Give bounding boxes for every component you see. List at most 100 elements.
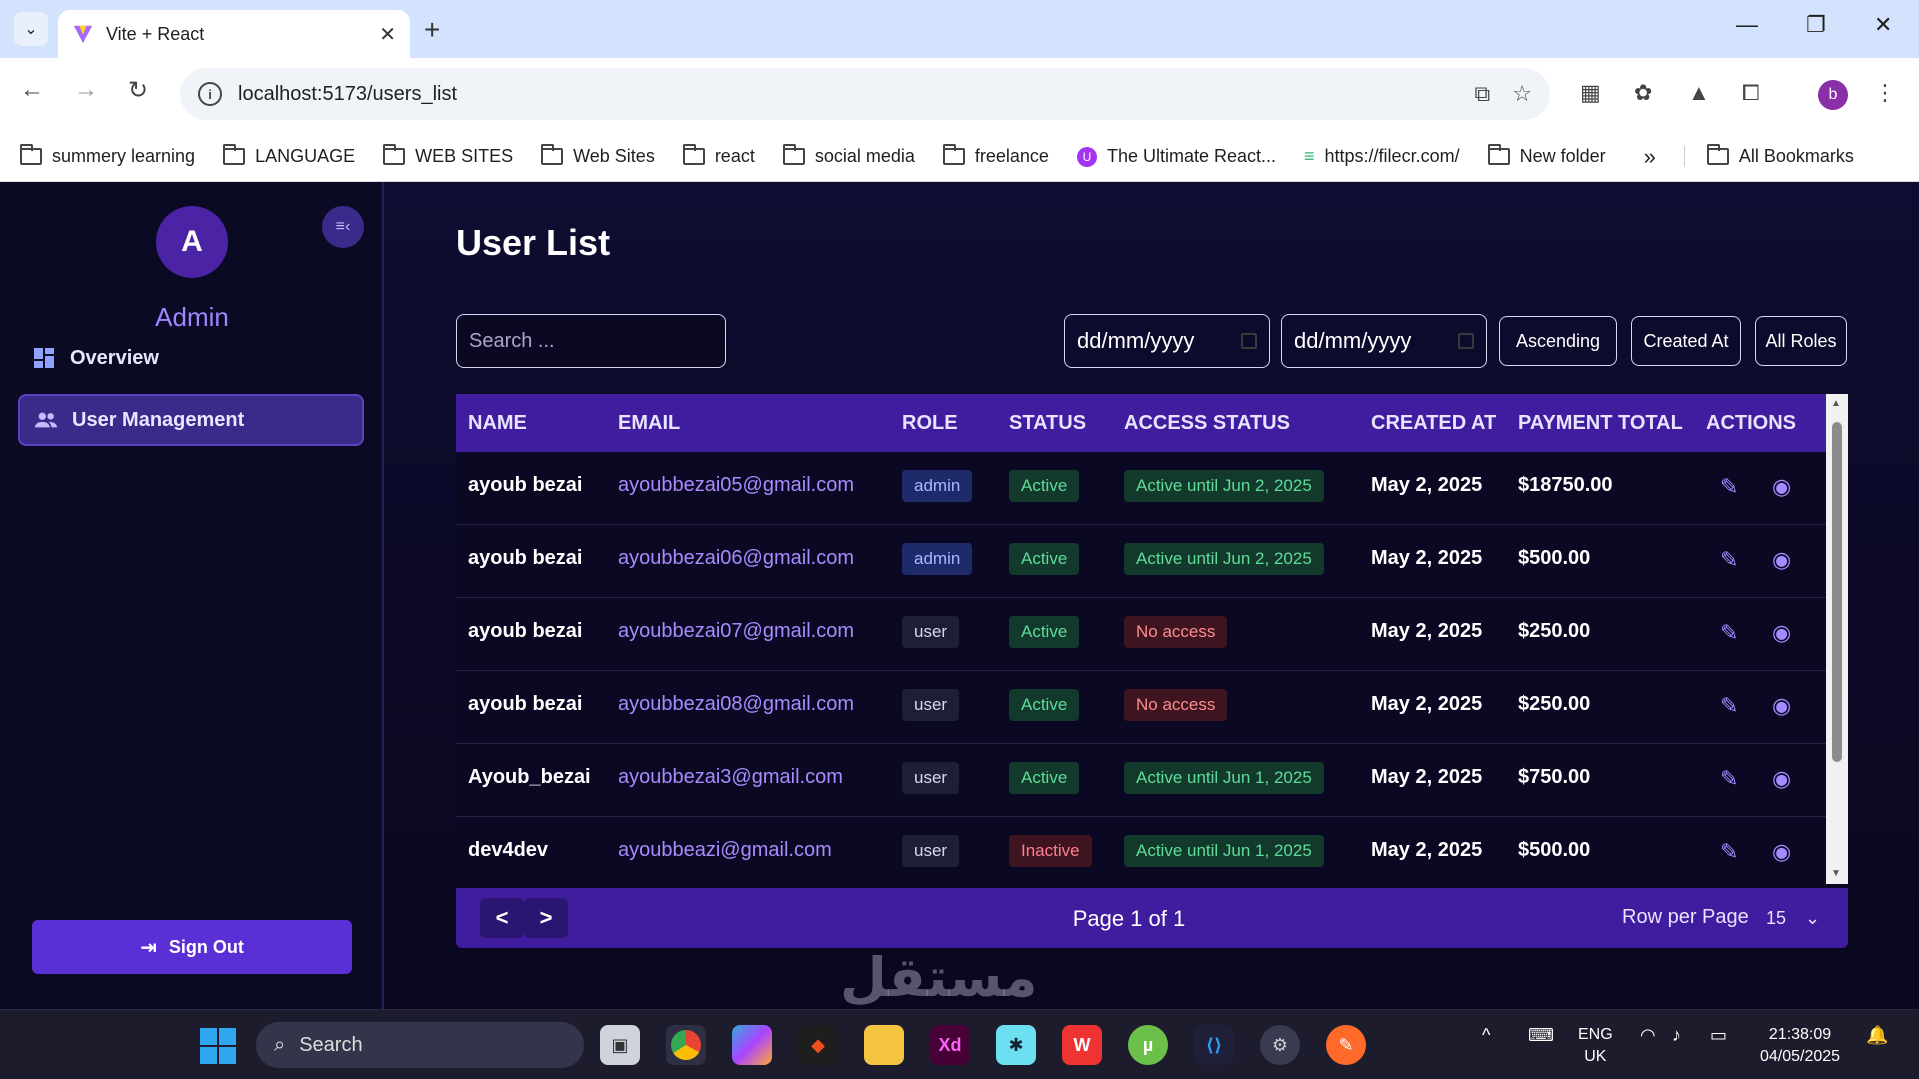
- view-eye-icon[interactable]: ◉: [1772, 766, 1791, 792]
- nav-item-user-management[interactable]: User Management: [18, 394, 364, 446]
- bookmark-folder[interactable]: New folder: [1487, 144, 1606, 167]
- profile-avatar[interactable]: b: [1818, 80, 1848, 110]
- payment-total-cell: $750.00: [1518, 766, 1591, 788]
- edit-pencil-icon[interactable]: ✎: [1720, 474, 1738, 500]
- windows-start-icon[interactable]: [200, 1028, 236, 1064]
- close-window-icon[interactable]: ✕: [1874, 12, 1892, 38]
- collapse-sidebar-button[interactable]: ≡‹: [322, 206, 364, 248]
- browser-tab[interactable]: Vite + React ✕: [58, 10, 410, 58]
- column-header[interactable]: NAME: [468, 412, 527, 435]
- edit-pencil-icon[interactable]: ✎: [1720, 766, 1738, 792]
- view-eye-icon[interactable]: ◉: [1772, 839, 1791, 865]
- view-eye-icon[interactable]: ◉: [1772, 693, 1791, 719]
- extensions-puzzle-icon[interactable]: ⧠: [1742, 80, 1760, 106]
- bookmark-folder[interactable]: freelance: [942, 144, 1049, 167]
- more-bookmarks-button[interactable]: »: [1644, 144, 1656, 170]
- address-bar[interactable]: i localhost:5173/users_list ⧉ ☆: [180, 68, 1550, 120]
- view-eye-icon[interactable]: ◉: [1772, 547, 1791, 573]
- figma-icon[interactable]: ◆: [798, 1025, 838, 1065]
- bookmark-star-icon[interactable]: ☆: [1512, 81, 1532, 107]
- notification-bell-icon[interactable]: 🔔: [1866, 1024, 1888, 1046]
- file-explorer-icon[interactable]: [864, 1025, 904, 1065]
- tab-search-menu-button[interactable]: ⌄: [14, 12, 48, 46]
- edit-pencil-icon[interactable]: ✎: [1720, 547, 1738, 573]
- utorrent-icon[interactable]: µ: [1128, 1025, 1168, 1065]
- close-tab-icon[interactable]: ✕: [379, 22, 396, 47]
- clock[interactable]: 21:38:09 04/05/2025: [1760, 1024, 1840, 1068]
- battery-icon[interactable]: ▭: [1710, 1024, 1727, 1046]
- column-header[interactable]: ACCESS STATUS: [1124, 412, 1290, 435]
- translate-icon[interactable]: ⧉: [1475, 81, 1491, 107]
- extension-2-icon[interactable]: ✿: [1634, 80, 1652, 106]
- minimize-icon[interactable]: —: [1736, 12, 1758, 38]
- sort-order-select[interactable]: Ascending: [1499, 316, 1617, 366]
- edit-pencil-icon[interactable]: ✎: [1720, 620, 1738, 646]
- language-indicator[interactable]: ENG UK: [1578, 1024, 1613, 1068]
- column-header[interactable]: ROLE: [902, 412, 958, 435]
- forward-arrow-icon[interactable]: →: [74, 76, 98, 104]
- date-from-field[interactable]: dd/mm/yyyy: [1064, 314, 1270, 368]
- bookmark-folder[interactable]: LANGUAGE: [223, 144, 355, 167]
- view-eye-icon[interactable]: ◉: [1772, 620, 1791, 646]
- access-status-badge: Active until Jun 1, 2025: [1124, 835, 1324, 867]
- table-scrollbar[interactable]: ▲ ▼: [1826, 394, 1848, 884]
- url-text[interactable]: localhost:5173/users_list: [238, 83, 1453, 106]
- column-header[interactable]: PAYMENT TOTAL: [1518, 412, 1683, 435]
- bookmark-link[interactable]: U The Ultimate React...: [1076, 146, 1276, 167]
- edit-pencil-icon[interactable]: ✎: [1720, 839, 1738, 865]
- bookmark-folder[interactable]: WEB SITES: [383, 144, 513, 167]
- site-info-icon[interactable]: i: [198, 82, 222, 106]
- new-tab-button[interactable]: +: [424, 14, 440, 46]
- bookmark-folder[interactable]: Web Sites: [541, 144, 655, 167]
- column-header[interactable]: STATUS: [1009, 412, 1086, 435]
- extension-icon[interactable]: ▦: [1580, 80, 1601, 106]
- taskbar-search[interactable]: ⌕ Search: [256, 1022, 584, 1068]
- bookmark-folder[interactable]: social media: [782, 144, 915, 167]
- all-bookmarks[interactable]: All Bookmarks: [1683, 144, 1854, 167]
- restore-icon[interactable]: ❐: [1806, 12, 1826, 38]
- adobe-xd-icon[interactable]: Xd: [930, 1025, 970, 1065]
- sort-by-select[interactable]: Created At: [1631, 316, 1741, 366]
- column-header[interactable]: CREATED AT: [1371, 412, 1496, 435]
- app-asterisk-icon[interactable]: ✱: [996, 1025, 1036, 1065]
- sign-out-button[interactable]: ⇥ Sign Out: [32, 920, 352, 974]
- role-filter-select[interactable]: All Roles: [1755, 316, 1847, 366]
- date-to-field[interactable]: dd/mm/yyyy: [1281, 314, 1487, 368]
- task-view-icon[interactable]: ▣: [600, 1025, 640, 1065]
- created-at-cell: May 2, 2025: [1371, 839, 1483, 861]
- copilot-icon[interactable]: [732, 1025, 772, 1065]
- chrome-menu-icon[interactable]: ⋮: [1874, 80, 1896, 106]
- os-taskbar: ⌕ Search ▣ ◆ Xd ✱ W µ ⟨⟩ ⚙ ✎ ^ ⌨ ENG UK ◠ …: [0, 1009, 1919, 1079]
- calendar-icon[interactable]: [1241, 333, 1257, 349]
- wifi-icon[interactable]: ◠: [1640, 1024, 1656, 1046]
- column-header[interactable]: EMAIL: [618, 412, 680, 435]
- settings-gear-icon[interactable]: ⚙: [1260, 1025, 1300, 1065]
- search-input[interactable]: [456, 314, 726, 368]
- reload-icon[interactable]: ↻: [128, 76, 148, 105]
- access-status-badge: Active until Jun 2, 2025: [1124, 543, 1324, 575]
- vscode-icon[interactable]: ⟨⟩: [1194, 1025, 1234, 1065]
- rows-per-page-select[interactable]: 15 ⌄: [1766, 908, 1820, 929]
- back-arrow-icon[interactable]: ←: [20, 76, 44, 104]
- volume-icon[interactable]: ♪: [1672, 1024, 1681, 1046]
- bookmark-folder[interactable]: react: [682, 144, 755, 167]
- scroll-up-icon[interactable]: ▲: [1831, 398, 1841, 409]
- wps-office-icon[interactable]: W: [1062, 1025, 1102, 1065]
- bookmark-folder[interactable]: summery learning: [20, 144, 195, 167]
- view-eye-icon[interactable]: ◉: [1772, 474, 1791, 500]
- status-badge: Active: [1009, 762, 1080, 794]
- vite-logo-icon: [73, 25, 93, 44]
- tray-chevron-up-icon[interactable]: ^: [1482, 1024, 1490, 1046]
- page-title: User List: [456, 222, 611, 263]
- postman-icon[interactable]: ✎: [1326, 1025, 1366, 1065]
- extension-3-icon[interactable]: ▲: [1688, 80, 1710, 106]
- edit-pencil-icon[interactable]: ✎: [1720, 693, 1738, 719]
- scroll-down-icon[interactable]: ▼: [1831, 868, 1841, 879]
- calendar-icon[interactable]: [1458, 333, 1474, 349]
- keyboard-icon[interactable]: ⌨: [1528, 1024, 1554, 1046]
- chrome-icon[interactable]: [666, 1025, 706, 1065]
- user-name: Admin: [155, 302, 229, 332]
- scrollbar-thumb[interactable]: [1832, 422, 1842, 762]
- bookmark-link[interactable]: ≡ https://filecr.com/: [1304, 146, 1460, 167]
- nav-item-overview[interactable]: Overview: [18, 332, 364, 384]
